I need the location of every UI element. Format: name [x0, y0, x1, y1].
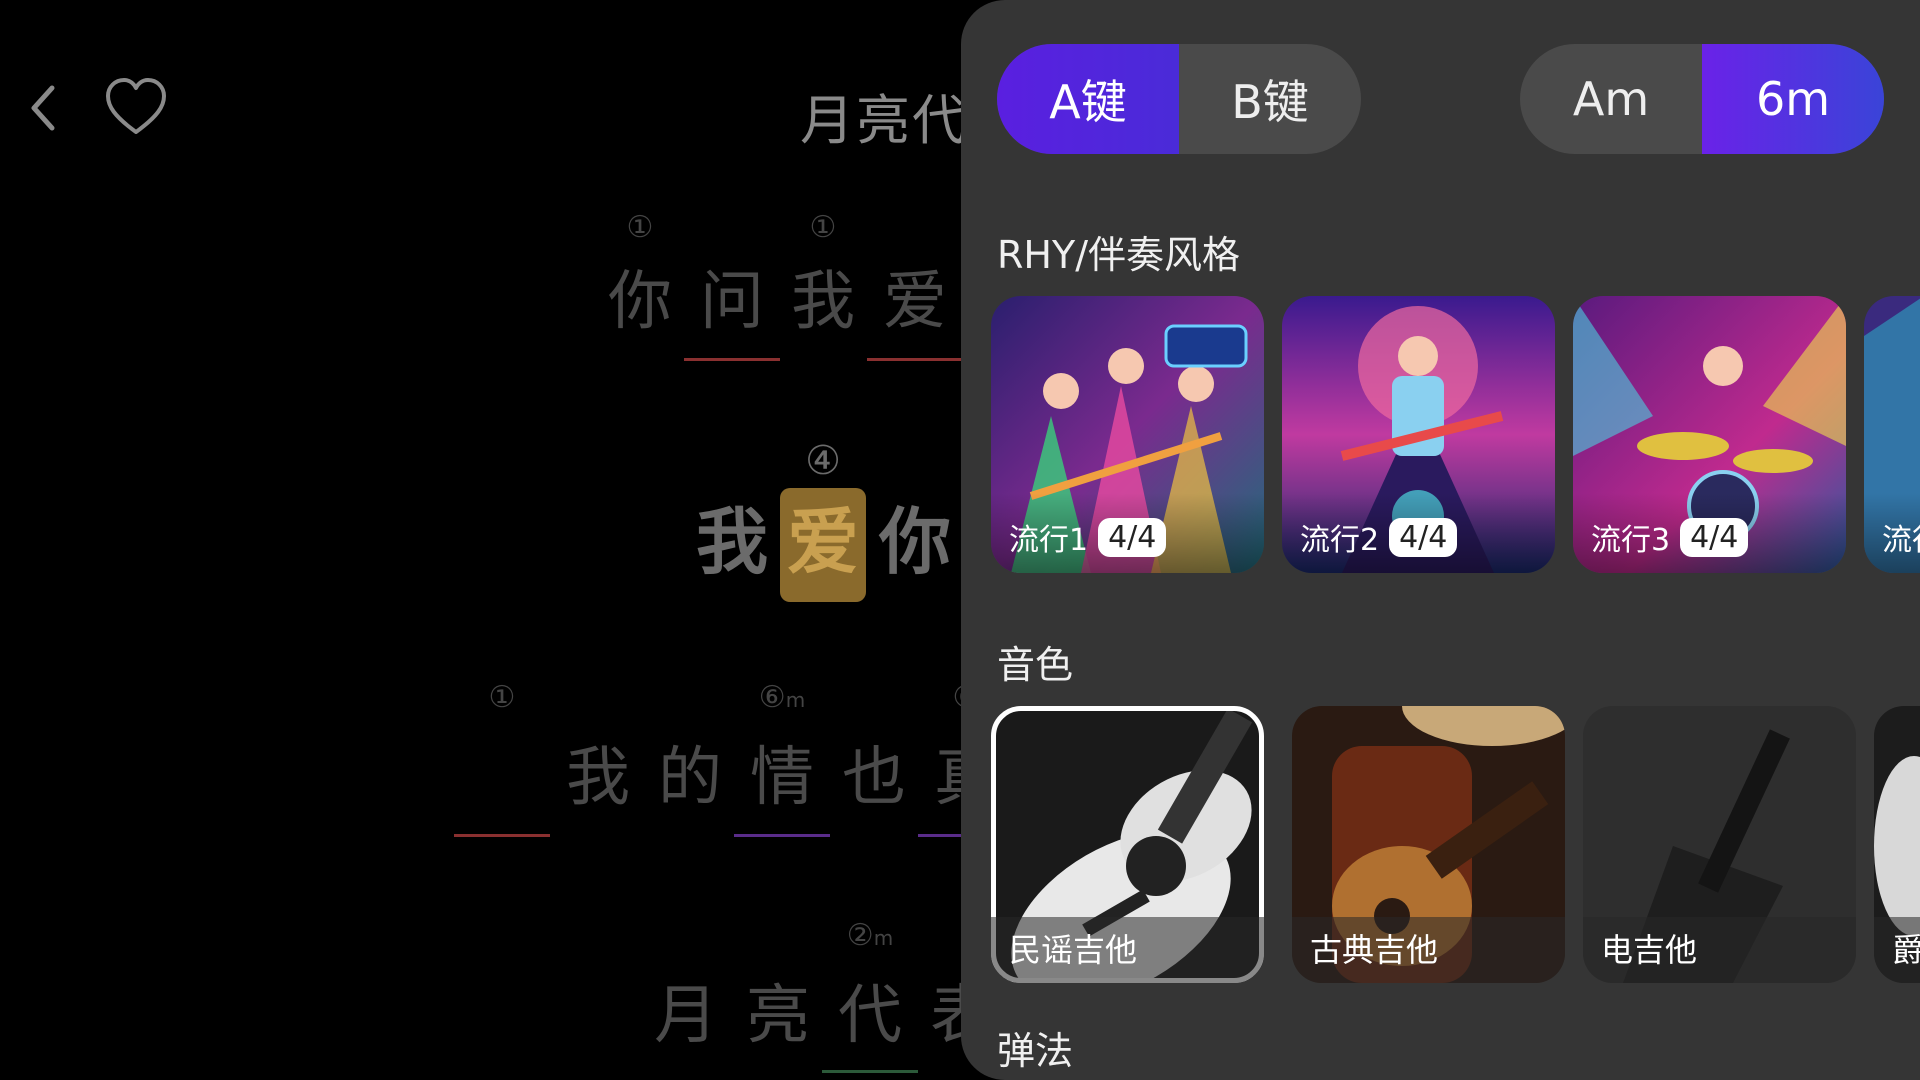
- lyric-char: 代: [838, 979, 902, 1053]
- chord-marker: ④: [805, 438, 841, 484]
- lyric-char: 我: [566, 741, 630, 815]
- rhythm-section-title: RHY/伴奏风格: [997, 233, 1240, 277]
- rhythm-name: 流行: [1882, 523, 1920, 558]
- tone-card-selected[interactable]: 民谣吉他: [991, 706, 1264, 983]
- chord-notation-toggle: Am 6m: [1520, 44, 1884, 154]
- lyric-char: 月: [654, 979, 718, 1053]
- favorite-button[interactable]: [104, 76, 168, 140]
- rhythm-card-caption: 流行3 4/4: [1591, 515, 1749, 559]
- chord-marker: ①: [488, 680, 516, 715]
- chord-underline: [734, 834, 830, 837]
- rhythm-card[interactable]: 流行1 4/4: [991, 296, 1264, 573]
- lyric-char: 你: [608, 265, 672, 339]
- lyric-char: 我: [791, 265, 855, 339]
- tone-section-title: 音色: [997, 643, 1074, 687]
- rhythm-name: 流行2: [1300, 523, 1380, 558]
- chord-underline: [867, 358, 963, 361]
- chord-am-option[interactable]: Am: [1520, 44, 1702, 154]
- tone-card[interactable]: 古典吉他: [1292, 706, 1565, 983]
- tone-name: 爵: [1892, 931, 1920, 969]
- tone-card[interactable]: 爵: [1874, 706, 1920, 983]
- chord-underline: [454, 834, 550, 837]
- lyric-char-current: 爱: [786, 500, 859, 584]
- rhythm-card-caption: 流行2 4/4: [1300, 515, 1458, 559]
- lyric-char: 的: [658, 741, 722, 815]
- chord-underline: [822, 1070, 918, 1073]
- lyric-char: 亮: [746, 979, 810, 1053]
- chord-marker: ①: [626, 210, 654, 245]
- chord-underline: [684, 358, 780, 361]
- accompaniment-panel: A键 B键 Am 6m RHY/伴奏风格 流行1 4/4 流行2 4/4 流行3…: [961, 0, 1920, 1080]
- lyric-line-active: 我 ④ 爱 你: [0, 438, 961, 608]
- lyric-line: ① 我 的 ⑥m 情 也 ⑥ 真: [0, 680, 1014, 837]
- tone-name: 古典吉他: [1310, 931, 1439, 969]
- strum-section-title: 弹法: [997, 1029, 1074, 1073]
- lyric-char: 你: [878, 500, 951, 584]
- chevron-left-icon: [31, 85, 55, 131]
- key-b-option[interactable]: B键: [1179, 44, 1361, 154]
- chord-marker: ②m: [846, 918, 894, 953]
- key-toggle: A键 B键: [997, 44, 1361, 154]
- lyric-char: 我: [695, 500, 768, 584]
- lyric-line: ① 你 问 ① 我 爱: [0, 210, 963, 361]
- rhythm-name: 流行3: [1591, 523, 1671, 558]
- heart-icon: [106, 78, 166, 134]
- meter-badge: 4/4: [1389, 517, 1458, 557]
- rhythm-card[interactable]: 流行3 4/4: [1573, 296, 1846, 573]
- lyric-char: 情: [750, 741, 814, 815]
- lyric-char: 问: [700, 265, 764, 339]
- chord-6m-option[interactable]: 6m: [1702, 44, 1884, 154]
- tone-name: 电吉他: [1601, 931, 1698, 969]
- lyric-line: 月 亮 ②m 代 表: [0, 918, 994, 1080]
- rhythm-card-caption: 流行: [1882, 515, 1920, 559]
- tone-card[interactable]: 电吉他: [1583, 706, 1856, 983]
- tone-name: 民谣吉他: [1009, 931, 1138, 969]
- lyric-char: 也: [842, 741, 906, 815]
- meter-badge: 4/4: [1098, 517, 1167, 557]
- meter-badge: 4/4: [1680, 517, 1749, 557]
- rhythm-name: 流行1: [1009, 523, 1089, 558]
- rhythm-card[interactable]: 流行: [1864, 296, 1920, 573]
- chord-marker: ⑥m: [758, 680, 806, 715]
- key-a-option[interactable]: A键: [997, 44, 1179, 154]
- rhythm-card-caption: 流行1 4/4: [1009, 515, 1167, 559]
- rhythm-card[interactable]: 流行2 4/4: [1282, 296, 1555, 573]
- chord-marker: ①: [809, 210, 837, 245]
- back-button[interactable]: [22, 80, 66, 136]
- lyric-char: 爱: [883, 265, 947, 339]
